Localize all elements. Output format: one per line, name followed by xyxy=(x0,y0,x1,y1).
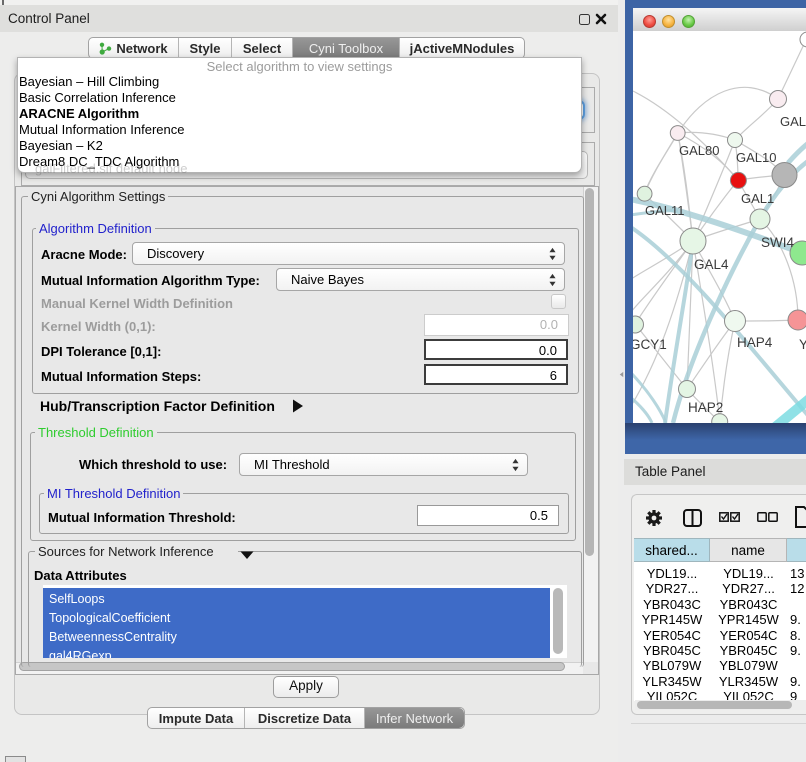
svg-text:SWI4: SWI4 xyxy=(761,235,794,250)
svg-text:HAP4: HAP4 xyxy=(737,335,773,350)
svg-text:GAL10: GAL10 xyxy=(736,150,776,165)
svg-text:GAL80: GAL80 xyxy=(679,143,719,158)
svg-text:Y: Y xyxy=(799,337,806,352)
svg-text:GCY1: GCY1 xyxy=(633,337,667,352)
svg-text:GAL4: GAL4 xyxy=(694,257,729,272)
svg-text:HAP2: HAP2 xyxy=(688,400,723,415)
svg-text:GAL: GAL xyxy=(780,114,806,129)
svg-text:GAL1: GAL1 xyxy=(741,191,774,206)
svg-text:GAL11: GAL11 xyxy=(645,203,685,218)
